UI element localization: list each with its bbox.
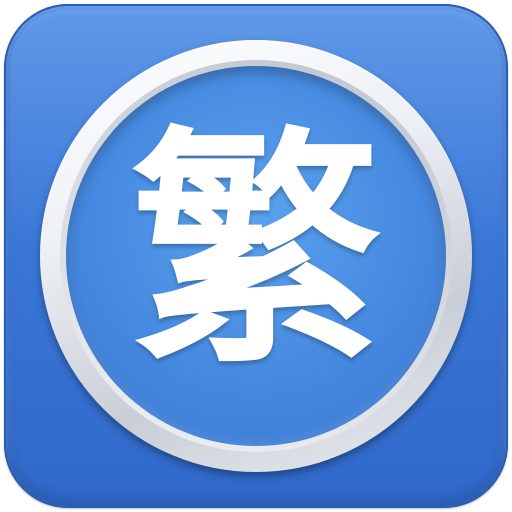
app-icon[interactable]: 繁	[0, 0, 512, 512]
traditional-chinese-glyph: 繁	[131, 106, 381, 397]
